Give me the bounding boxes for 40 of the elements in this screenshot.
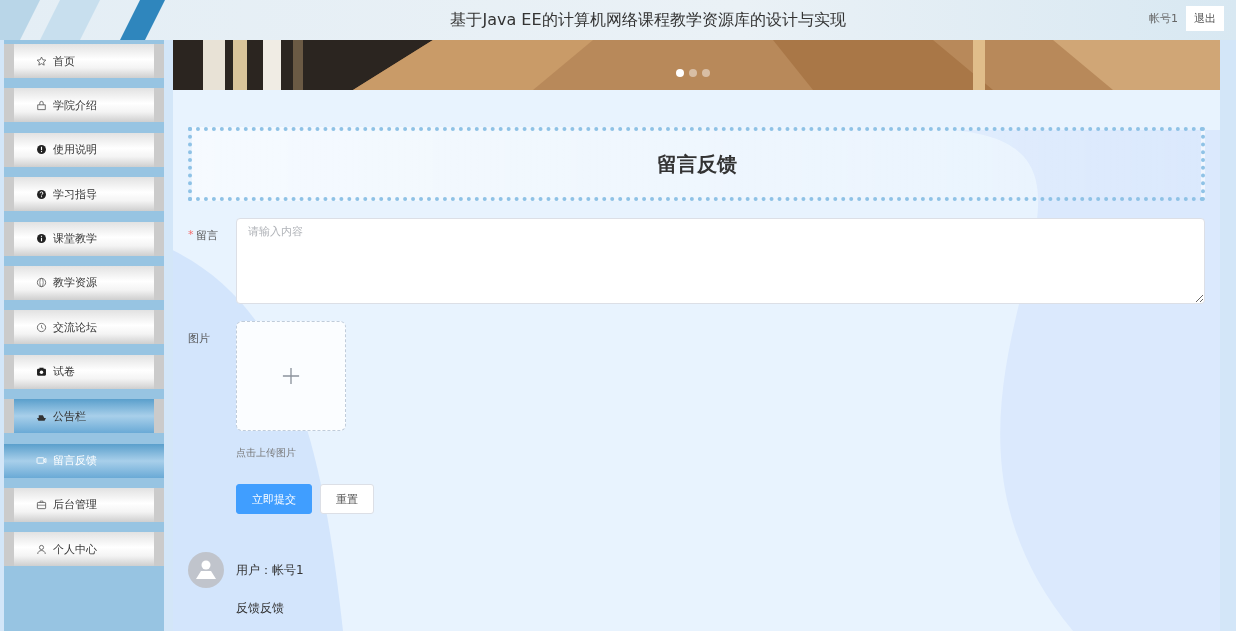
carousel-dot[interactable] <box>702 69 710 77</box>
plus-icon <box>282 367 300 385</box>
upload-hint: 点击上传图片 <box>236 446 296 460</box>
image-upload[interactable] <box>236 321 346 431</box>
sidebar-item[interactable]: 个人中心 <box>14 532 154 567</box>
camera-icon <box>36 366 47 378</box>
comment-user: 用户：帐号1 <box>236 561 304 579</box>
account-name: 帐号1 <box>1149 11 1178 26</box>
user-icon <box>36 543 47 555</box>
sidebar-item[interactable]: 教学资源 <box>14 265 154 300</box>
sidebar-item[interactable]: 试卷 <box>14 354 154 389</box>
bag-icon <box>36 99 47 111</box>
carousel-dot[interactable] <box>689 69 697 77</box>
sidebar-item[interactable]: 学习指导 <box>14 177 154 212</box>
star-icon <box>36 55 47 67</box>
site-title: 基于Java EE的计算机网络课程教学资源库的设计与实现 <box>450 9 846 31</box>
sidebar-item[interactable]: 交流论坛 <box>14 310 154 345</box>
field-label: 图片 <box>188 331 211 346</box>
reset-button[interactable]: 重置 <box>320 484 374 514</box>
sidebar-item[interactable]: 课堂教学 <box>14 221 154 256</box>
exclamation-icon <box>36 144 47 156</box>
message-field[interactable]: 请输入内容 <box>236 218 1205 304</box>
logout-button[interactable]: 退出 <box>1186 6 1224 31</box>
page-title: 留言反馈 <box>656 150 737 178</box>
clock-icon <box>36 321 47 333</box>
carousel-dot[interactable] <box>676 69 684 77</box>
globe-icon <box>36 277 47 289</box>
sidebar-item[interactable]: 使用说明 <box>14 132 154 167</box>
briefcase-icon <box>36 499 47 511</box>
question-icon <box>36 188 47 200</box>
sidebar-item[interactable]: 后台管理 <box>14 487 154 522</box>
sidebar-item[interactable]: 首页 <box>14 44 154 78</box>
comment-text: 反馈反馈 <box>236 600 285 617</box>
field-label: 留言 <box>195 228 218 243</box>
sidebar-item[interactable]: 公告栏 <box>14 399 154 434</box>
video-icon <box>36 455 47 466</box>
sidebar-item[interactable]: 学院介绍 <box>14 88 154 123</box>
avatar-icon <box>188 552 224 588</box>
info-icon <box>36 233 47 245</box>
required-mark: * <box>188 228 194 243</box>
